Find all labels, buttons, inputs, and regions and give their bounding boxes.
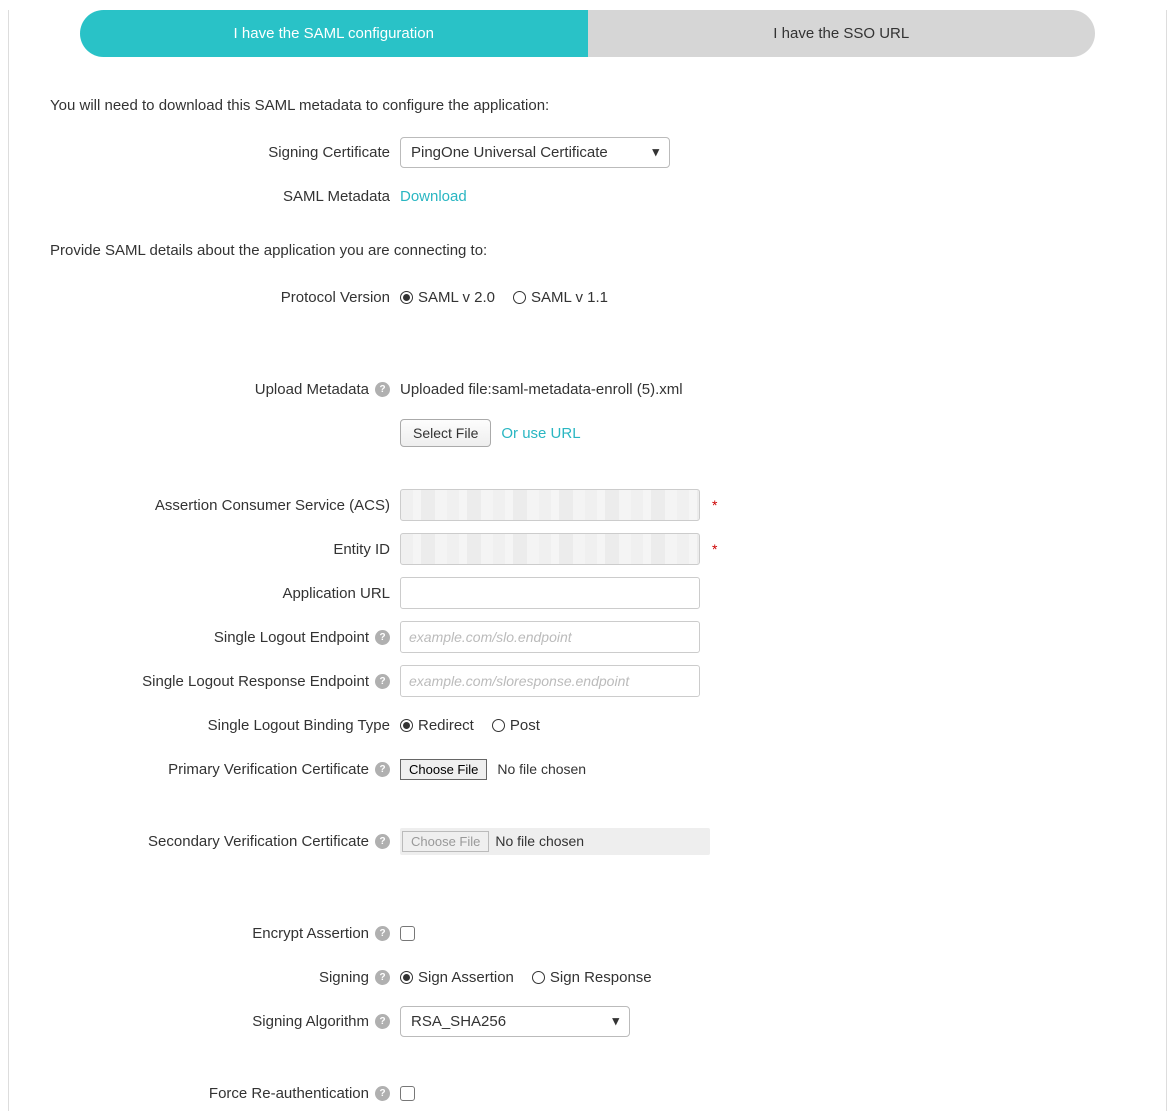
help-icon[interactable]: ? (375, 926, 390, 941)
label-signing: Signing (319, 969, 369, 986)
tab-sso-url[interactable]: I have the SSO URL (588, 10, 1096, 57)
signing-algorithm-select[interactable]: RSA_SHA256 ▾ (400, 1006, 630, 1037)
slo-response-endpoint-input[interactable] (400, 665, 700, 697)
entity-id-input[interactable] (400, 533, 700, 565)
label-saml-metadata: SAML Metadata (30, 188, 400, 205)
chevron-down-icon: ▾ (612, 1013, 619, 1029)
radio-label-sign-response: Sign Response (550, 969, 652, 986)
label-upload-metadata: Upload Metadata (255, 381, 369, 398)
intro-provide-details: Provide SAML details about the applicati… (50, 242, 1125, 259)
label-secondary-cert: Secondary Verification Certificate (148, 833, 369, 850)
radio-saml-v11[interactable]: SAML v 1.1 (513, 289, 608, 306)
help-icon[interactable]: ? (375, 1014, 390, 1029)
help-icon[interactable]: ? (375, 834, 390, 849)
radio-label-redirect: Redirect (418, 717, 474, 734)
label-protocol-version: Protocol Version (30, 289, 400, 306)
radio-icon (400, 291, 413, 304)
radio-icon (492, 719, 505, 732)
label-slo-endpoint: Single Logout Endpoint (214, 629, 369, 646)
encrypt-assertion-checkbox[interactable] (400, 926, 415, 941)
config-tabs: I have the SAML configuration I have the… (80, 10, 1095, 57)
label-signing-algorithm: Signing Algorithm (252, 1013, 369, 1030)
label-entity-id: Entity ID (30, 541, 400, 558)
label-app-url: Application URL (30, 585, 400, 602)
radio-label-v11: SAML v 1.1 (531, 289, 608, 306)
secondary-choose-file-button: Choose File (402, 831, 489, 852)
label-slo-response-endpoint: Single Logout Response Endpoint (142, 673, 369, 690)
slo-endpoint-input[interactable] (400, 621, 700, 653)
label-signing-cert: Signing Certificate (30, 144, 400, 161)
help-icon[interactable]: ? (375, 762, 390, 777)
radio-label-v20: SAML v 2.0 (418, 289, 495, 306)
radio-label-sign-assertion: Sign Assertion (418, 969, 514, 986)
radio-icon (400, 971, 413, 984)
chevron-down-icon: ▾ (652, 144, 659, 160)
required-indicator: * (712, 541, 717, 557)
secondary-file-status: No file chosen (495, 833, 584, 849)
signing-cert-select[interactable]: PingOne Universal Certificate ▾ (400, 137, 670, 168)
select-file-button[interactable]: Select File (400, 419, 491, 447)
radio-label-post: Post (510, 717, 540, 734)
label-slo-binding-type: Single Logout Binding Type (30, 717, 400, 734)
intro-download-metadata: You will need to download this SAML meta… (50, 97, 1125, 114)
uploaded-file-text: Uploaded file:saml-metadata-enroll (5).x… (400, 381, 683, 398)
label-primary-cert: Primary Verification Certificate (168, 761, 369, 778)
radio-sign-response[interactable]: Sign Response (532, 969, 652, 986)
signing-algorithm-value: RSA_SHA256 (411, 1013, 506, 1030)
or-use-url-link[interactable]: Or use URL (501, 425, 580, 442)
radio-binding-post[interactable]: Post (492, 717, 540, 734)
radio-binding-redirect[interactable]: Redirect (400, 717, 474, 734)
help-icon[interactable]: ? (375, 970, 390, 985)
signing-cert-value: PingOne Universal Certificate (411, 144, 608, 161)
label-encrypt-assertion: Encrypt Assertion (252, 925, 369, 942)
download-metadata-link[interactable]: Download (400, 188, 467, 205)
help-icon[interactable]: ? (375, 382, 390, 397)
force-reauth-checkbox[interactable] (400, 1086, 415, 1101)
radio-icon (513, 291, 526, 304)
radio-icon (532, 971, 545, 984)
radio-sign-assertion[interactable]: Sign Assertion (400, 969, 514, 986)
radio-saml-v20[interactable]: SAML v 2.0 (400, 289, 495, 306)
help-icon[interactable]: ? (375, 630, 390, 645)
primary-choose-file-button[interactable]: Choose File (400, 759, 487, 780)
radio-icon (400, 719, 413, 732)
label-acs: Assertion Consumer Service (ACS) (30, 497, 400, 514)
required-indicator: * (712, 497, 717, 513)
label-force-reauth: Force Re-authentication (209, 1085, 369, 1102)
app-url-input[interactable] (400, 577, 700, 609)
help-icon[interactable]: ? (375, 1086, 390, 1101)
help-icon[interactable]: ? (375, 674, 390, 689)
primary-file-status: No file chosen (497, 761, 586, 777)
acs-input[interactable] (400, 489, 700, 521)
tab-saml-config[interactable]: I have the SAML configuration (80, 10, 588, 57)
